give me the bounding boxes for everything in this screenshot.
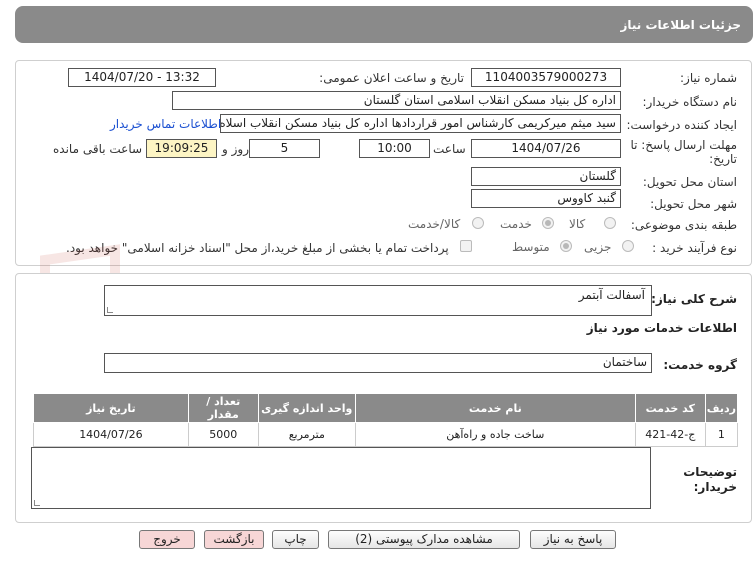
cell-service-name: ساخت جاده و راه‌آهن [354, 422, 636, 447]
days-label: روز و [222, 142, 249, 156]
creator-field: سید میثم میرکریمی کارشناس امور قراردادها… [220, 114, 621, 133]
deadline-time-field: 10:00 [359, 139, 430, 158]
col-header-row-no: ردیف [704, 393, 739, 423]
category-label: طبقه بندی موضوعی: [630, 218, 737, 232]
cell-service-code: ج-42-421 [634, 422, 706, 447]
process-radio-minor[interactable] [622, 240, 634, 252]
page-header: جزئیات اطلاعات نیاز [15, 6, 753, 43]
treasury-payment-checkbox[interactable] [460, 240, 472, 252]
category-option-goods-service: کالا/خدمت [408, 217, 461, 231]
buyer-label: نام دستگاه خریدار: [642, 95, 738, 109]
cell-row-no: 1 [704, 422, 739, 447]
service-group-field: ساختمان [104, 353, 652, 373]
city-field: گنبد کاووس [471, 189, 621, 208]
category-option-goods: کالا [569, 217, 586, 231]
category-radio-goods-service[interactable] [472, 217, 484, 229]
exit-button[interactable]: خروج [139, 530, 195, 549]
category-radio-service[interactable] [542, 217, 554, 229]
deadline-date-label: تاریخ: [709, 152, 737, 166]
announce-date-field: 1404/07/20 - 13:32 [68, 68, 216, 87]
city-label: شهر محل تحویل: [650, 197, 737, 211]
summary-textarea[interactable]: آسفالت آبتمر [104, 285, 652, 316]
buyer-field: اداره کل بنیاد مسکن انقلاب اسلامی استان … [172, 91, 621, 110]
remaining-time-field: 19:09:25 [146, 139, 217, 158]
need-number-field: 1104003579000273 [471, 68, 621, 87]
resize-grip-icon[interactable] [107, 307, 113, 313]
buyer-notes-textarea[interactable] [31, 447, 651, 509]
services-table: ردیف کد خدمت نام خدمت واحد اندازه گیری ت… [33, 393, 739, 447]
col-header-need-date: تاریخ نیاز [33, 393, 189, 423]
creator-label: ایجاد کننده درخواست: [626, 118, 737, 132]
process-option-medium: متوسط [512, 240, 550, 254]
page-title: جزئیات اطلاعات نیاز [620, 17, 741, 32]
summary-label: شرح کلی نیاز: [651, 292, 737, 306]
cell-quantity: 5000 [187, 422, 259, 447]
need-number-label: شماره نیاز: [680, 71, 737, 85]
process-radio-medium[interactable] [560, 240, 572, 252]
summary-text: آسفالت آبتمر [578, 288, 645, 302]
back-button[interactable]: بازگشت [204, 530, 264, 549]
deadline-label: مهلت ارسال پاسخ: تا [630, 138, 737, 152]
col-header-unit: واحد اندازه گیری [257, 393, 356, 423]
category-option-service: خدمت [500, 217, 532, 231]
buyer-notes-label-2: خریدار: [693, 480, 737, 494]
print-button[interactable]: چاپ [272, 530, 319, 549]
days-field: 5 [249, 139, 320, 158]
col-header-quantity: تعداد / مقدار [187, 393, 259, 423]
col-header-service-code: کد خدمت [634, 393, 706, 423]
resize-grip-icon[interactable] [34, 500, 40, 506]
view-attachments-button[interactable]: مشاهده مدارک پیوستی (2) [328, 530, 520, 549]
process-option-minor: جزیی [584, 240, 612, 254]
process-label: نوع فرآیند خرید : [652, 241, 737, 255]
table-header-row: ردیف کد خدمت نام خدمت واحد اندازه گیری ت… [33, 393, 739, 423]
cell-need-date: 1404/07/26 [33, 422, 189, 447]
buyer-contact-link[interactable]: اطلاعات تماس خریدار [110, 117, 221, 131]
reply-button[interactable]: پاسخ به نیاز [530, 530, 616, 549]
col-header-service-name: نام خدمت [354, 393, 636, 423]
treasury-payment-note: پرداخت تمام یا بخشی از مبلغ خرید،از محل … [66, 241, 449, 255]
announce-date-label: تاریخ و ساعت اعلان عمومی: [319, 71, 464, 85]
table-row: 1 ج-42-421 ساخت جاده و راه‌آهن مترمربع 5… [33, 422, 739, 447]
deadline-hour-label: ساعت [433, 142, 466, 156]
province-label: استان محل تحویل: [642, 175, 737, 189]
remaining-time-label: ساعت باقی مانده [53, 142, 143, 156]
cell-unit: مترمربع [257, 422, 356, 447]
deadline-date-field: 1404/07/26 [471, 139, 621, 158]
services-heading: اطلاعات خدمات مورد نیاز [586, 321, 737, 335]
buyer-notes-label: توضیحات [683, 465, 737, 479]
category-radio-goods[interactable] [604, 217, 616, 229]
province-field: گلستان [471, 167, 621, 186]
service-group-label: گروه خدمت: [663, 358, 737, 372]
